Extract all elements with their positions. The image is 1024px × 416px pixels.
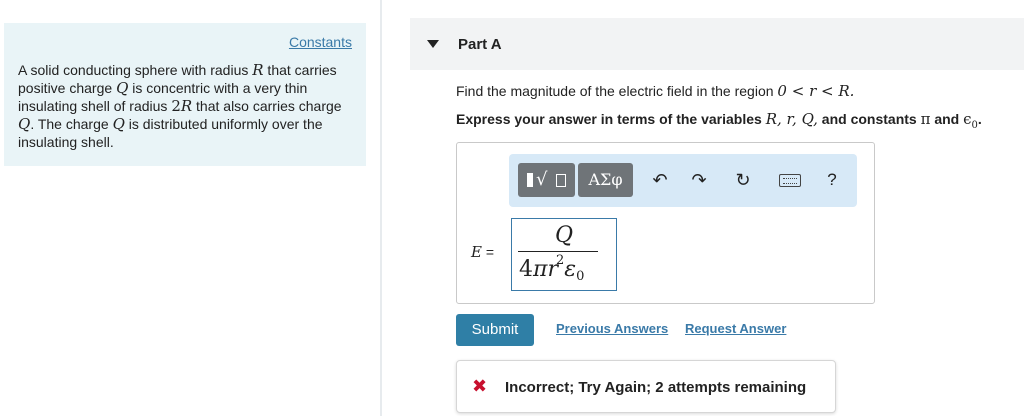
previous-answers-link[interactable]: Previous Answers <box>556 321 668 336</box>
templates-button[interactable]: √ <box>518 163 575 197</box>
region-expression: 0 < r < R. <box>777 82 855 100</box>
fraction-numerator: Q <box>554 223 574 248</box>
answer-input[interactable]: Q 4πr2ε0 <box>511 218 617 291</box>
problem-text-part: that also carries charge <box>192 98 342 114</box>
column-divider <box>380 0 382 416</box>
answer-box: √ ΑΣφ ↶ ↷ ↻ ? E = Q 4πr2ε0 <box>456 142 875 304</box>
part-title: Part A <box>458 36 502 53</box>
fraction-icon <box>527 173 533 187</box>
answer-instructions: Express your answer in terms of the vari… <box>456 110 982 131</box>
constants-link[interactable]: Constants <box>289 34 352 50</box>
answer-equals: = <box>481 244 495 260</box>
part-header[interactable]: Part A <box>410 18 1024 70</box>
collapse-caret-icon[interactable] <box>427 40 439 48</box>
fraction-denominator: 4πr2ε0 <box>519 253 585 284</box>
den-exponent: 2 <box>556 253 565 268</box>
den-coefficient: 4 <box>519 257 533 282</box>
problem-panel: Constants A solid conducting sphere with… <box>4 23 366 166</box>
instructions-prompt: Express your answer in terms of the vari… <box>456 111 766 127</box>
math-toolbar: √ ΑΣφ ↶ ↷ ↻ ? <box>509 154 857 207</box>
reset-icon[interactable]: ↻ <box>732 168 754 192</box>
problem-text: A solid conducting sphere with radius R … <box>18 61 354 151</box>
var-R: R <box>180 97 193 115</box>
problem-text-part: . The charge <box>30 116 113 132</box>
instructions-end: . <box>977 111 982 127</box>
feedback-box: ✖ Incorrect; Try Again; 2 attempts remai… <box>456 360 836 413</box>
placeholder-box-icon <box>556 174 566 187</box>
request-answer-link[interactable]: Request Answer <box>685 321 786 336</box>
submit-button[interactable]: Submit <box>456 314 534 346</box>
constant-epsilon: ϵ <box>963 110 972 128</box>
sqrt-icon: √ <box>536 169 548 190</box>
fraction-bar <box>518 251 598 252</box>
question-prompt: Find the magnitude of the electric field… <box>456 83 778 99</box>
redo-icon[interactable]: ↷ <box>688 168 710 192</box>
problem-text-part: A solid conducting sphere with radius <box>18 62 253 78</box>
incorrect-x-icon: ✖ <box>472 376 488 397</box>
var-R: R <box>252 61 264 79</box>
var-Q: Q <box>18 115 31 133</box>
question-text: Find the magnitude of the electric field… <box>456 82 854 100</box>
var-Q: Q <box>112 115 125 133</box>
answer-variable: E <box>471 243 482 261</box>
den-epsilon: ε <box>564 257 577 282</box>
undo-icon[interactable]: ↶ <box>649 168 671 192</box>
variables-list: R, r, Q, <box>765 110 818 128</box>
feedback-message: Incorrect; Try Again; 2 attempts remaini… <box>505 379 807 396</box>
den-epsilon-subscript: 0 <box>576 269 585 284</box>
instructions-and-constants: and constants <box>817 111 921 127</box>
var-Q: Q <box>116 79 129 97</box>
den-pi: π <box>533 257 548 282</box>
keyboard-icon[interactable] <box>777 168 803 192</box>
keyboard-shape <box>779 174 801 187</box>
constant-pi: π <box>920 110 931 128</box>
num-two: 2 <box>171 97 181 115</box>
help-button[interactable]: ? <box>821 168 843 192</box>
answer-label: E = <box>471 243 494 261</box>
instructions-and: and <box>930 111 964 127</box>
greek-symbols-button[interactable]: ΑΣφ <box>578 163 633 197</box>
